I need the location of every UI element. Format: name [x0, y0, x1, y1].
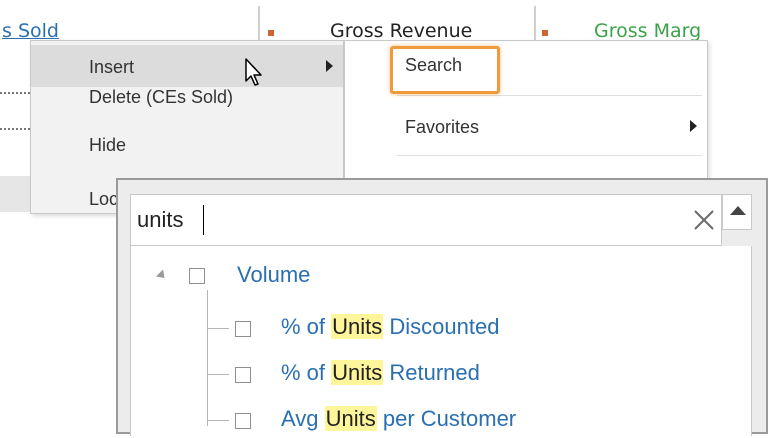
column-separator: [534, 6, 536, 40]
search-results-tree: Volume % of Units Discounted % of Units …: [130, 246, 752, 436]
mouse-cursor-icon: [245, 58, 262, 86]
search-highlight-annotation: [390, 46, 500, 94]
tree-item-label: % of Units Discounted: [281, 314, 500, 339]
item-checkbox[interactable]: [235, 367, 251, 383]
tree-item-label: Avg Units per Customer: [281, 406, 517, 431]
tree-group-label: Volume: [237, 262, 311, 287]
submenu-divider: [397, 95, 702, 96]
menu-item-label: Hide: [89, 135, 127, 155]
search-box: [130, 194, 722, 246]
search-match-highlight: Units: [331, 360, 384, 385]
menu-item-label: Insert: [89, 57, 135, 77]
column-header-gross-margin[interactable]: Gross Marg: [594, 20, 701, 42]
tree-group-volume[interactable]: Volume: [131, 256, 751, 296]
item-checkbox[interactable]: [235, 321, 251, 337]
grid-cell: [0, 176, 30, 212]
search-match-highlight: Units: [324, 406, 377, 431]
column-separator: [258, 6, 260, 40]
scroll-up-button[interactable]: [722, 194, 752, 230]
column-indicator-icon: [268, 30, 274, 36]
menu-item-delete[interactable]: Delete (CEs Sold): [31, 87, 343, 129]
menu-item-label: Delete (CEs Sold): [89, 87, 234, 107]
grid-header: s Sold Gross Revenue Gross Marg: [0, 0, 770, 42]
text-caret: [203, 205, 204, 235]
arrow-up-icon: [730, 206, 746, 215]
search-input[interactable]: [137, 203, 677, 237]
column-header-gross-revenue[interactable]: Gross Revenue: [330, 20, 472, 42]
submenu-arrow-icon: [690, 120, 697, 132]
tree-item[interactable]: % of Units Discounted: [131, 306, 751, 346]
submenu-arrow-icon: [326, 60, 333, 72]
grid-row-divider: [0, 92, 30, 94]
tree-item-label: % of Units Returned: [281, 360, 480, 385]
tree-item[interactable]: Avg Units per Customer: [131, 398, 751, 438]
column-indicator-icon: [542, 30, 548, 36]
expand-triangle-icon[interactable]: [155, 269, 169, 282]
menu-item-hide[interactable]: Hide: [31, 129, 343, 171]
grid-row-divider: [0, 128, 30, 130]
close-icon[interactable]: [691, 207, 717, 233]
tree-item[interactable]: % of Units Returned: [131, 352, 751, 392]
group-checkbox[interactable]: [189, 268, 205, 284]
search-popup: Volume % of Units Discounted % of Units …: [116, 178, 768, 436]
search-match-highlight: Units: [331, 314, 384, 339]
submenu-item-favorites[interactable]: Favorites: [405, 117, 479, 138]
item-checkbox[interactable]: [235, 413, 251, 429]
menu-item-insert[interactable]: Insert: [31, 45, 343, 87]
menu-item-label: Loc: [89, 189, 119, 209]
submenu-divider: [397, 155, 702, 156]
column-header-sold[interactable]: s Sold: [2, 20, 59, 42]
